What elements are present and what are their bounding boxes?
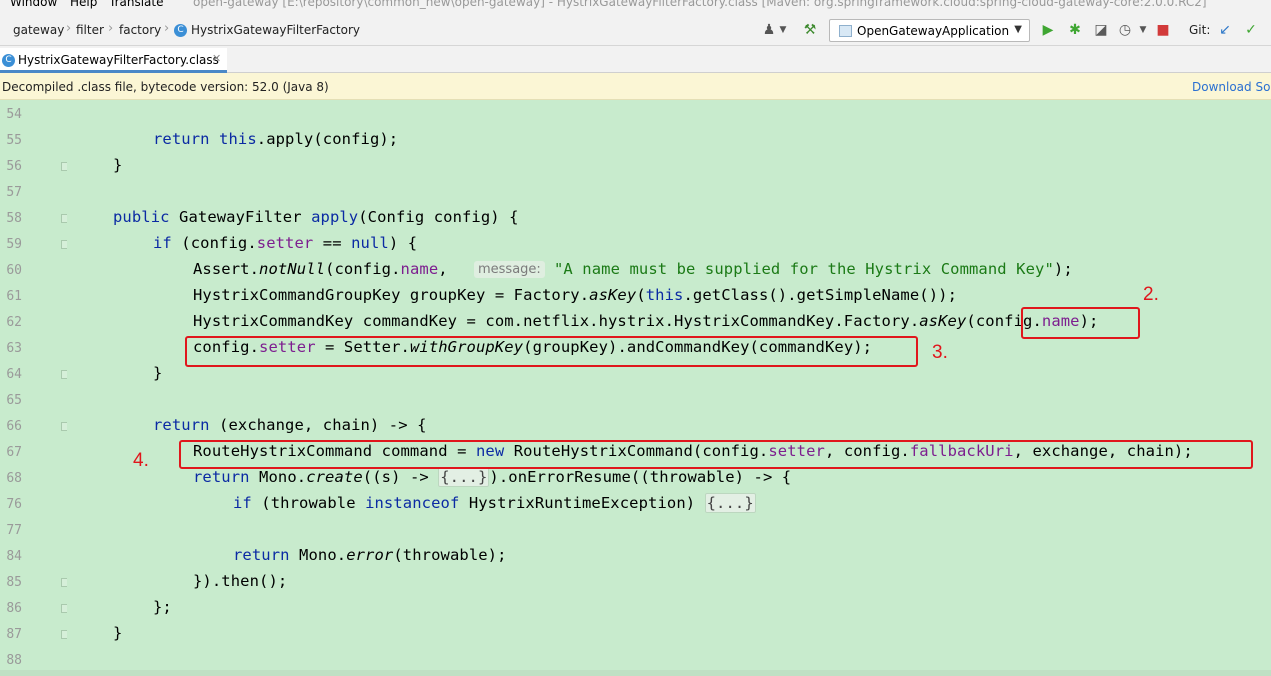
breadcrumb-factory[interactable]: factory [119,23,161,37]
line-number: 58 [6,211,22,226]
code-line-61: HystrixCommandGroupKey groupKey = Factor… [193,286,958,304]
chevron-down-icon: ▼ [1014,24,1022,35]
git-commit-icon[interactable]: ✓ [1242,21,1260,39]
line-number: 66 [6,419,22,434]
application-icon [839,25,852,37]
class-icon: C [2,54,15,67]
stop-icon[interactable]: ■ [1154,21,1172,39]
code-editor[interactable]: return this.apply(config); } public Gate… [67,100,1271,676]
line-number: 67 [6,445,22,460]
line-number: 55 [6,133,22,148]
code-line-68: return Mono.create((s) -> {...}).onError… [193,467,792,487]
line-number: 57 [6,185,22,200]
line-number: 56 [6,159,22,174]
git-label: Git: [1189,23,1211,37]
menu-help[interactable]: Help [70,0,97,9]
dropdown-arrow-icon[interactable]: ▼ [774,21,792,39]
menu-window[interactable]: Window [10,0,57,9]
run-icon[interactable]: ▶ [1039,21,1057,39]
chevron-right-icon: › [108,21,114,36]
code-line-86: }; [153,598,172,616]
breadcrumb-filter[interactable]: filter [76,23,104,37]
run-configuration-select[interactable]: OpenGatewayApplication ▼ [829,19,1030,42]
class-icon: C [174,24,187,37]
code-line-60: Assert.notNull(config.name, [193,260,458,278]
breadcrumb-gateway[interactable]: gateway [13,23,64,37]
parameter-hint: message: [474,261,545,278]
chevron-right-icon: › [66,21,72,36]
code-line-60-string: "A name must be supplied for the Hystrix… [554,260,1073,278]
line-number: 77 [6,523,22,538]
coverage-icon[interactable]: ◪ [1092,21,1110,39]
line-number: 87 [6,627,22,642]
line-number: 68 [6,471,22,486]
line-number: 63 [6,341,22,356]
tab-label: HystrixGatewayFilterFactory.class [18,53,219,67]
chevron-right-icon: › [164,21,170,36]
navigation-bar: gateway › filter › factory › C HystrixGa… [0,10,1271,46]
dropdown-arrow-icon[interactable]: ▼ [1134,21,1152,39]
editor-tab-bar: C HystrixGatewayFilterFactory.class ✕ [0,46,1271,73]
decompiled-notice-text: Decompiled .class file, bytecode version… [2,80,329,94]
line-number: 62 [6,315,22,330]
code-line-55: return this.apply(config); [153,130,399,148]
code-line-59: if (config.setter == null) { [153,234,418,252]
code-line-66: return (exchange, chain) -> { [153,416,427,434]
annotation-box-setter-line [185,336,918,367]
code-line-62: HystrixCommandKey commandKey = com.netfl… [193,312,1099,330]
build-hammer-icon[interactable]: ⚒ [801,21,819,39]
profile-icon[interactable]: ◷ [1116,21,1134,39]
line-number: 84 [6,549,22,564]
download-sources-link[interactable]: Download So [1192,80,1270,94]
close-icon[interactable]: ✕ [212,52,221,65]
tab-hystrix-gateway-filter-factory[interactable]: C HystrixGatewayFilterFactory.class ✕ [0,48,227,73]
breadcrumb-class[interactable]: HystrixGatewayFilterFactory [191,23,360,37]
window-title: open-gateway [E:\repository\common_new\o… [193,0,1207,9]
menu-bar: Window Help Translate open-gateway [E:\r… [0,0,1271,10]
annotation-label-3: 3. [932,342,948,363]
decompiled-notice-bar: Decompiled .class file, bytecode version… [0,73,1271,100]
line-number: 86 [6,601,22,616]
annotation-box-config-name [1021,307,1140,339]
code-line-84: return Mono.error(throwable); [233,546,507,564]
annotation-label-2: 2. [1143,284,1159,305]
menu-translate[interactable]: Translate [109,0,164,9]
debug-icon[interactable]: ✱ [1066,21,1084,39]
line-number: 64 [6,367,22,382]
git-update-icon[interactable]: ↙ [1216,21,1234,39]
code-line-85: }).then(); [193,572,288,590]
annotation-box-route-command-line [179,440,1253,469]
code-line-58: public GatewayFilter apply(Config config… [113,208,519,226]
line-number: 85 [6,575,22,590]
line-number: 88 [6,653,22,668]
run-configuration-label: OpenGatewayApplication [857,24,1010,38]
line-number: 60 [6,263,22,278]
horizontal-scrollbar[interactable] [0,670,1271,676]
line-number: 65 [6,393,22,408]
code-line-64: } [153,364,163,382]
code-line-56: } [113,156,123,174]
line-number: 59 [6,237,22,252]
annotation-label-4: 4. [133,450,149,471]
line-number: 54 [6,107,22,122]
line-number: 61 [6,289,22,304]
code-line-76: if (throwable instanceof HystrixRuntimeE… [233,493,756,513]
code-line-87: } [113,624,123,642]
line-number: 76 [6,497,22,512]
line-number-gutter[interactable]: 54 55 56 57 58 59 60 61 62 63 64 65 66 6… [0,100,70,676]
